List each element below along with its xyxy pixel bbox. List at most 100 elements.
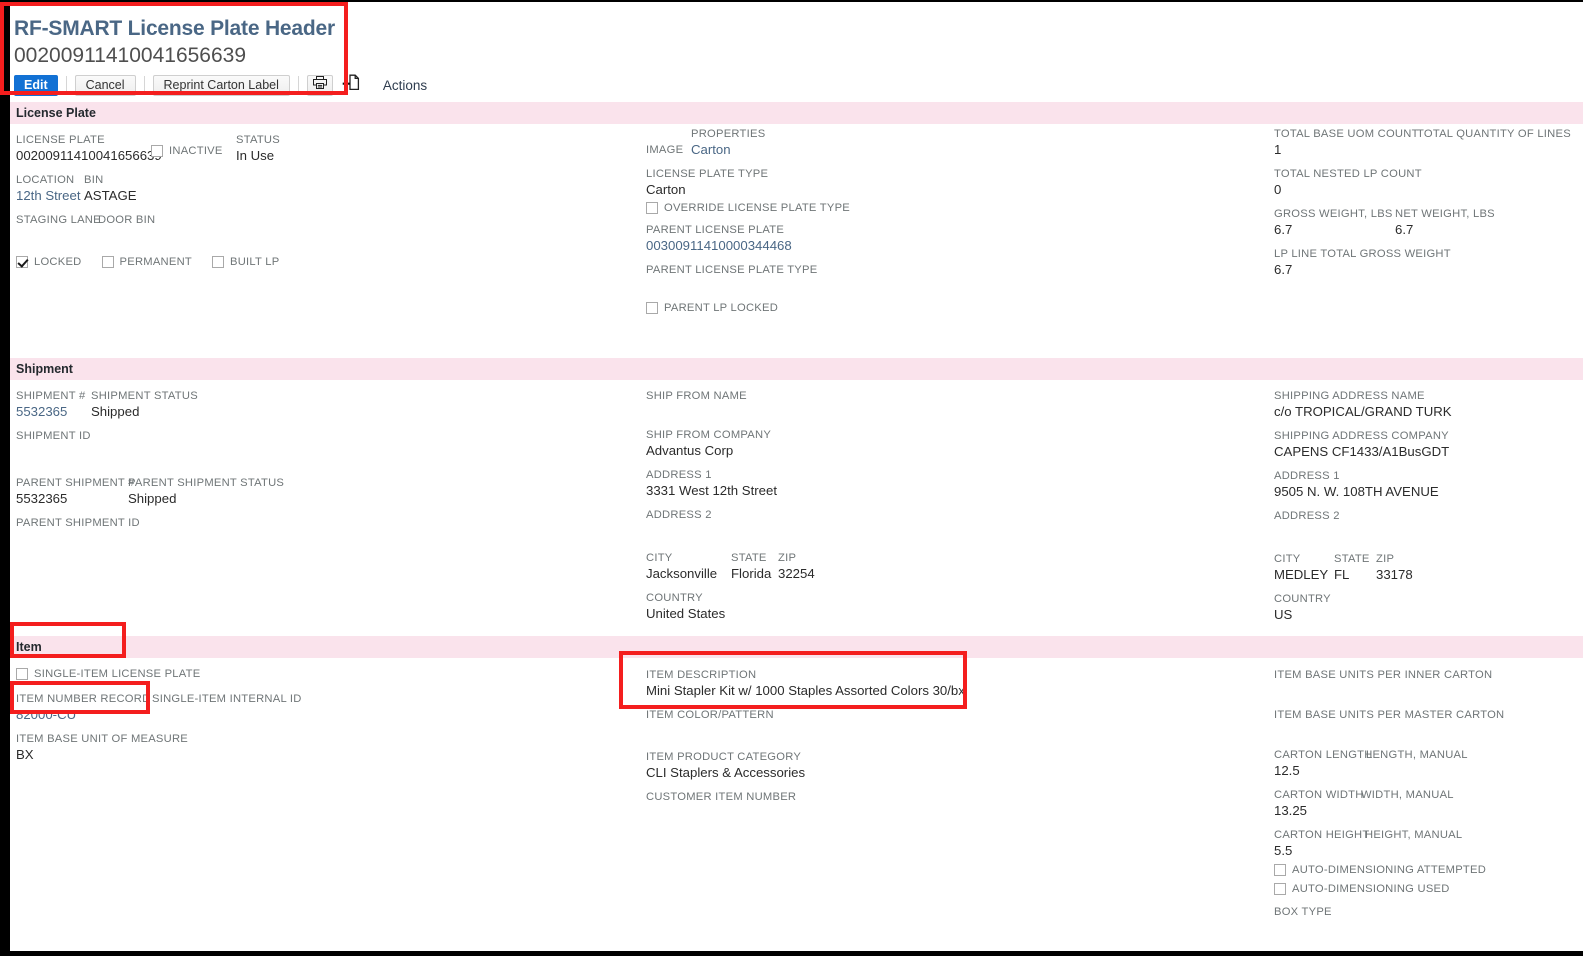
shipping-state-value: FL xyxy=(1334,567,1350,582)
field-parent-lp-locked[interactable]: PARENT LP LOCKED xyxy=(646,302,1266,314)
field-customer-item-number: CUSTOMER ITEM NUMBER xyxy=(646,790,1266,821)
field-location-bin: LOCATION 12th Street BIN ASTAGE xyxy=(16,173,638,204)
total-base-uom-count-label: TOTAL BASE UOM COUNT xyxy=(1274,128,1419,140)
length-manual-label: LENGTH, MANUAL xyxy=(1366,749,1468,761)
field-item-product-category: ITEM PRODUCT CATEGORY CLI Staplers & Acc… xyxy=(646,750,1266,781)
customer-item-number-value xyxy=(646,804,1266,821)
field-staging-lane-door-bin: STAGING LANE DOOR BIN xyxy=(16,213,638,244)
license-plate-type-value: Carton xyxy=(646,182,686,197)
item-base-units-inner-carton-value xyxy=(1274,682,1583,699)
ship-from-address2-label: ADDRESS 2 xyxy=(646,509,712,521)
locked-label: LOCKED xyxy=(34,256,82,268)
lp-line-total-gross-weight-value: 6.7 xyxy=(1274,262,1293,277)
field-built-lp[interactable]: BUILT LP xyxy=(212,256,279,268)
shipping-zip-value: 33178 xyxy=(1376,567,1413,582)
toolbar-divider xyxy=(65,76,67,94)
section-header-license-plate[interactable]: License Plate xyxy=(10,102,1583,124)
section-body-item: SINGLE-ITEM LICENSE PLATE ITEM NUMBER RE… xyxy=(10,658,1583,956)
field-parent-license-plate: PARENT LICENSE PLATE 0030091141000034446… xyxy=(646,223,1266,254)
box-type-label: BOX TYPE xyxy=(1274,906,1332,918)
locked-checkbox[interactable] xyxy=(16,256,28,268)
built-lp-checkbox[interactable] xyxy=(212,256,225,268)
shipment-status-label: SHIPMENT STATUS xyxy=(91,390,198,402)
field-item-description: ITEM DESCRIPTION Mini Stapler Kit w/ 100… xyxy=(646,668,1266,699)
page-title: RF-SMART License Plate Header xyxy=(14,17,335,40)
edit-button[interactable]: Edit xyxy=(14,74,58,96)
field-override-license-plate-type[interactable]: OVERRIDE LICENSE PLATE TYPE xyxy=(646,202,1266,214)
shipping-address-company-label: SHIPPING ADDRESS COMPANY xyxy=(1274,430,1449,442)
ship-from-company-value: Advantus Corp xyxy=(646,443,734,458)
shipment-number-value[interactable]: 5532365 xyxy=(16,403,91,420)
new-record-button[interactable] xyxy=(339,74,363,96)
field-inactive[interactable]: INACTIVE xyxy=(151,145,236,157)
field-license-plate: LICENSE PLATE 00200911410041656639 INACT… xyxy=(16,133,638,164)
parent-shipment-status-value: Shipped xyxy=(128,491,177,506)
license-plate-type-label: LICENSE PLATE TYPE xyxy=(646,168,769,180)
field-item-color-pattern: ITEM COLOR/PATTERN xyxy=(646,708,1266,739)
shipping-state-label: STATE xyxy=(1334,553,1370,565)
shipment-status-value: Shipped xyxy=(91,404,140,419)
shipment-column-3: SHIPPING ADDRESS NAME c/o TROPICAL/GRAND… xyxy=(1266,380,1583,634)
parent-shipment-status-label: PARENT SHIPMENT STATUS xyxy=(128,477,285,489)
shipping-address1-label: ADDRESS 1 xyxy=(1274,470,1340,482)
toolbar-divider xyxy=(297,76,299,94)
ship-from-address2-value xyxy=(646,522,1266,539)
image-label: IMAGE xyxy=(646,144,684,156)
cancel-button[interactable]: Cancel xyxy=(74,74,136,96)
parent-license-plate-value[interactable]: 00300911410000344468 xyxy=(646,237,1266,254)
permanent-checkbox[interactable] xyxy=(101,256,114,268)
total-base-uom-count-value: 1 xyxy=(1274,142,1282,157)
ship-from-city-label: CITY xyxy=(646,552,673,564)
field-carton-height: CARTON HEIGHT HEIGHT, MANUAL 5.5 xyxy=(1274,828,1583,859)
parent-license-plate-type-value xyxy=(646,277,1266,294)
ship-from-state-label: STATE xyxy=(731,552,767,564)
width-manual-label: WIDTH, MANUAL xyxy=(1361,789,1454,801)
location-value[interactable]: 12th Street xyxy=(16,187,84,204)
carton-width-value: 13.25 xyxy=(1274,803,1308,818)
parent-license-plate-label: PARENT LICENSE PLATE xyxy=(646,224,785,236)
record-toolbar: Edit Cancel Reprint Carton Label Actions xyxy=(10,70,1583,100)
record-content: RF-SMART License Plate Header 0020091141… xyxy=(10,2,1583,951)
field-shipment-number: SHIPMENT # 5532365 SHIPMENT STATUS Shipp… xyxy=(16,389,638,420)
properties-value[interactable]: Carton xyxy=(691,141,765,158)
item-color-pattern-label: ITEM COLOR/PATTERN xyxy=(646,709,774,721)
auto-dimensioning-used-checkbox[interactable] xyxy=(1274,883,1286,895)
gross-weight-value: 6.7 xyxy=(1274,222,1293,237)
auto-dimensioning-attempted-checkbox[interactable] xyxy=(1274,864,1286,876)
permanent-label: PERMANENT xyxy=(119,256,193,268)
built-lp-label: BUILT LP xyxy=(230,256,280,268)
field-auto-dimensioning-attempted[interactable]: AUTO-DIMENSIONING ATTEMPTED xyxy=(1274,864,1583,876)
parent-lp-locked-checkbox[interactable] xyxy=(646,302,658,314)
shipment-number-label: SHIPMENT # xyxy=(16,390,86,402)
ship-from-zip-label: ZIP xyxy=(778,552,797,564)
reprint-carton-label-button[interactable]: Reprint Carton Label xyxy=(152,74,290,96)
inactive-checkbox[interactable] xyxy=(151,145,163,157)
section-header-item[interactable]: Item xyxy=(10,636,1583,658)
override-license-plate-type-checkbox[interactable] xyxy=(646,202,658,214)
item-product-category-value: CLI Staplers & Accessories xyxy=(646,765,806,780)
field-single-item-license-plate[interactable]: SINGLE-ITEM LICENSE PLATE xyxy=(16,668,638,680)
field-auto-dimensioning-used[interactable]: AUTO-DIMENSIONING USED xyxy=(1274,883,1583,895)
print-button[interactable] xyxy=(306,74,333,96)
field-carton-length: CARTON LENGTH LENGTH, MANUAL 12.5 xyxy=(1274,748,1583,779)
record-page: RF-SMART License Plate Header 0020091141… xyxy=(0,0,1583,956)
section-header-shipment[interactable]: Shipment xyxy=(10,358,1583,380)
actions-menu[interactable]: Actions xyxy=(383,78,427,93)
item-number-record-value[interactable]: 82000-CU xyxy=(16,706,152,723)
field-lp-line-total-gross-weight: LP LINE TOTAL GROSS WEIGHT 6.7 xyxy=(1274,247,1583,278)
staging-lane-label: STAGING LANE xyxy=(16,214,101,226)
shipping-zip-label: ZIP xyxy=(1376,553,1395,565)
license-plate-column-3: TOTAL BASE UOM COUNT 1 TOTAL QUANTITY OF… xyxy=(1266,124,1583,356)
field-locked[interactable]: LOCKED xyxy=(16,256,82,268)
parent-shipment-id-value xyxy=(16,530,638,547)
shipment-column-1: SHIPMENT # 5532365 SHIPMENT STATUS Shipp… xyxy=(10,380,638,634)
height-manual-label: HEIGHT, MANUAL xyxy=(1365,829,1463,841)
override-license-plate-type-label: OVERRIDE LICENSE PLATE TYPE xyxy=(664,202,851,214)
bin-label: BIN xyxy=(84,174,104,186)
item-base-unit-of-measure-value: BX xyxy=(16,747,34,762)
field-ship-from-company: SHIP FROM COMPANY Advantus Corp xyxy=(646,428,1266,459)
single-item-license-plate-checkbox[interactable] xyxy=(16,668,28,680)
field-permanent[interactable]: PERMANENT xyxy=(101,256,193,268)
license-plate-flags: LOCKED PERMANENT BUILT LP xyxy=(16,256,638,268)
item-description-label: ITEM DESCRIPTION xyxy=(646,669,757,681)
